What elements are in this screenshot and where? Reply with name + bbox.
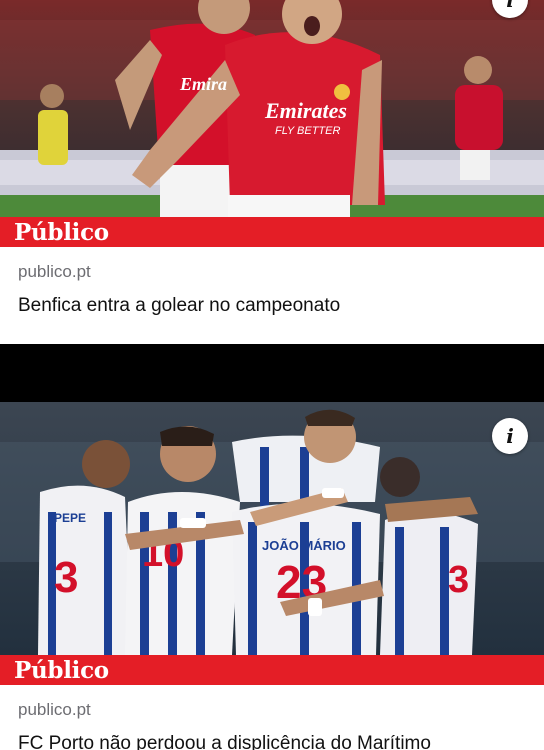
article-meta[interactable]: publico.pt FC Porto não perdoou a displi… bbox=[0, 685, 544, 750]
svg-text:3: 3 bbox=[54, 553, 78, 602]
svg-text:3: 3 bbox=[448, 559, 469, 601]
svg-text:Emira: Emira bbox=[179, 74, 227, 94]
publisher-logo: Público bbox=[14, 656, 109, 684]
news-card-porto[interactable]: PEPE 3 10 JOÃO MÁRIO 23 3 i Público publ… bbox=[0, 402, 544, 750]
svg-text:FLY BETTER: FLY BETTER bbox=[275, 125, 340, 137]
article-source: publico.pt bbox=[18, 262, 91, 281]
article-photo[interactable]: Emirates FLY BETTER Emira i bbox=[0, 0, 544, 217]
publisher-logo-bar: Público bbox=[0, 655, 544, 685]
shirt-name: JOÃO MÁRIO bbox=[262, 538, 346, 553]
article-meta[interactable]: publico.pt Benfica entra a golear no cam… bbox=[0, 247, 544, 319]
article-headline[interactable]: Benfica entra a golear no campeonato bbox=[18, 293, 526, 319]
article-photo[interactable]: PEPE 3 10 JOÃO MÁRIO 23 3 i bbox=[0, 402, 544, 655]
benfica-photo: Emirates FLY BETTER Emira bbox=[0, 0, 544, 217]
porto-photo: PEPE 3 10 JOÃO MÁRIO 23 3 bbox=[0, 402, 544, 655]
shirt-name: PEPE bbox=[54, 511, 86, 525]
article-source: publico.pt bbox=[18, 700, 91, 719]
publisher-logo-bar: Público bbox=[0, 217, 544, 247]
article-headline[interactable]: FC Porto não perdoou a displicência do M… bbox=[18, 731, 526, 750]
shirt-sponsor-text: Emirates bbox=[264, 98, 347, 123]
info-icon[interactable]: i bbox=[492, 418, 528, 454]
publisher-logo: Público bbox=[14, 218, 109, 246]
news-card-benfica[interactable]: Emirates FLY BETTER Emira i Público publ… bbox=[0, 0, 544, 344]
